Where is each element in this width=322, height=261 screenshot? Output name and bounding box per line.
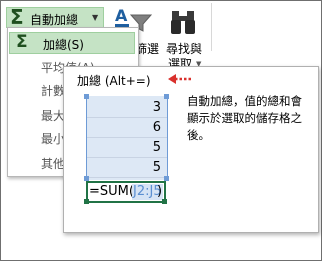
menu-item-label: 其他	[41, 157, 66, 171]
range-cell: 5	[87, 138, 167, 158]
sum-formula-cell: =SUM( J2:J5 )	[86, 181, 166, 203]
range-handle	[164, 94, 169, 99]
binoculars-icon[interactable]	[170, 8, 196, 36]
range-cell: 6	[87, 118, 167, 138]
ribbon-separator	[211, 3, 212, 51]
cell-value: 5	[152, 140, 161, 155]
autosum-tooltip: 加總 (Alt+=) 自動加總，值的總和會顯示於選取的儲存格之後。 3 6 5 …	[63, 66, 319, 233]
range-cell: 3	[87, 98, 167, 118]
chevron-down-icon[interactable]: ▼	[92, 13, 98, 22]
range-cell: 5	[87, 158, 167, 178]
fill-handle	[84, 199, 89, 204]
autosum-button[interactable]: Σ 自動加總 ▼	[6, 5, 104, 29]
selected-range: 3 6 5 5	[84, 94, 169, 181]
cell-value: 3	[152, 100, 161, 115]
fill-handle	[162, 199, 167, 204]
formula-prefix: =SUM(	[89, 184, 134, 199]
menu-item-label: 計數	[41, 84, 66, 98]
menu-item-label: 最大	[41, 109, 66, 123]
tooltip-title: 加總 (Alt+=)	[77, 74, 151, 88]
cell-value: 6	[152, 120, 161, 135]
tooltip-description: 自動加總，值的總和會顯示於選取的儲存格之後。	[187, 94, 302, 142]
menu-item-sum[interactable]: Σ 加總(S)	[9, 32, 135, 54]
red-arrow-icon	[168, 74, 191, 84]
sort-icon[interactable]: A	[115, 6, 127, 25]
range-handle	[84, 94, 89, 99]
autosum-label: 自動加總	[30, 13, 79, 27]
cell-value: 5	[152, 160, 161, 175]
screenshot-frame: Σ 自動加總 ▼ A 篩選 尋找與 選取 ▼ Σ 加總(S) 平均值(A)	[0, 0, 322, 261]
sigma-icon: Σ	[16, 32, 28, 52]
menu-item-label: 最小	[41, 132, 66, 146]
sigma-icon: Σ	[10, 5, 24, 29]
formula-suffix: )	[157, 184, 163, 199]
menu-item-label: 加總(S)	[43, 38, 84, 52]
